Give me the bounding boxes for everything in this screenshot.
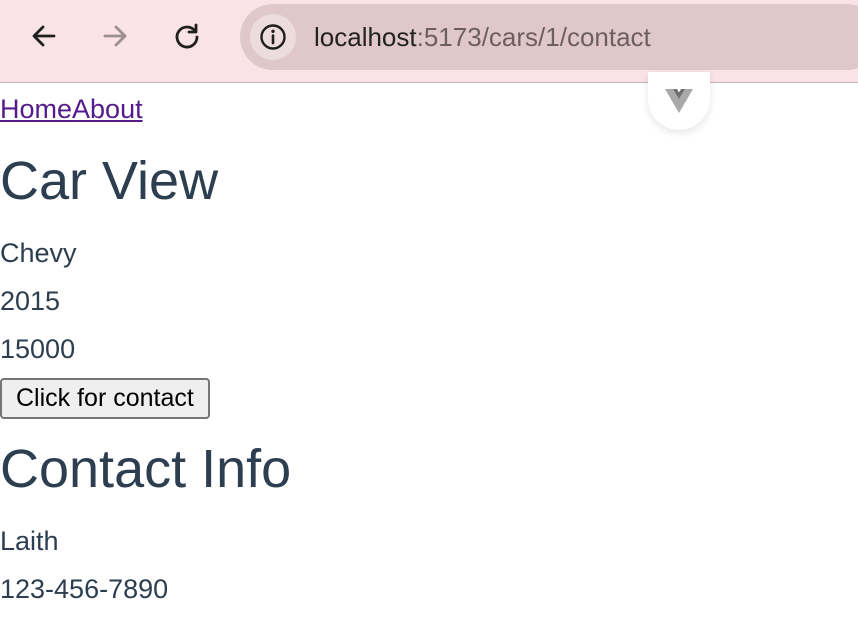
page-content: HomeAbout Car View Chevy 2015 15000 Clic…: [0, 83, 858, 632]
contact-name: Laith: [0, 526, 59, 556]
car-year: 2015: [0, 286, 61, 316]
address-bar[interactable]: localhost:5173/cars/1/contact: [240, 4, 858, 70]
nav-link-about[interactable]: About: [72, 94, 143, 124]
url-text[interactable]: localhost:5173/cars/1/contact: [314, 20, 651, 54]
contact-phone: 123-456-7890: [0, 574, 169, 604]
reload-icon: [175, 23, 199, 49]
arrow-left-icon: [32, 25, 56, 47]
browser-toolbar: localhost:5173/cars/1/contact: [0, 0, 858, 83]
info-icon: [260, 24, 286, 50]
nav-link-home[interactable]: Home: [0, 94, 72, 124]
url-path: :5173/cars/1/contact: [416, 22, 651, 52]
car-make: Chevy: [0, 238, 77, 268]
arrow-right-icon: [103, 25, 127, 47]
site-info-button[interactable]: [250, 14, 296, 60]
url-host: localhost: [314, 22, 417, 52]
contact-info-title: Contact Info: [0, 439, 292, 499]
forward-button[interactable]: [97, 18, 133, 54]
reload-button[interactable]: [169, 18, 205, 54]
contact-button[interactable]: Click for contact: [0, 378, 210, 419]
car-view-title: Car View: [0, 151, 219, 211]
back-button[interactable]: [26, 18, 62, 54]
main-nav: HomeAbout: [0, 92, 143, 126]
car-price: 15000: [0, 334, 76, 364]
